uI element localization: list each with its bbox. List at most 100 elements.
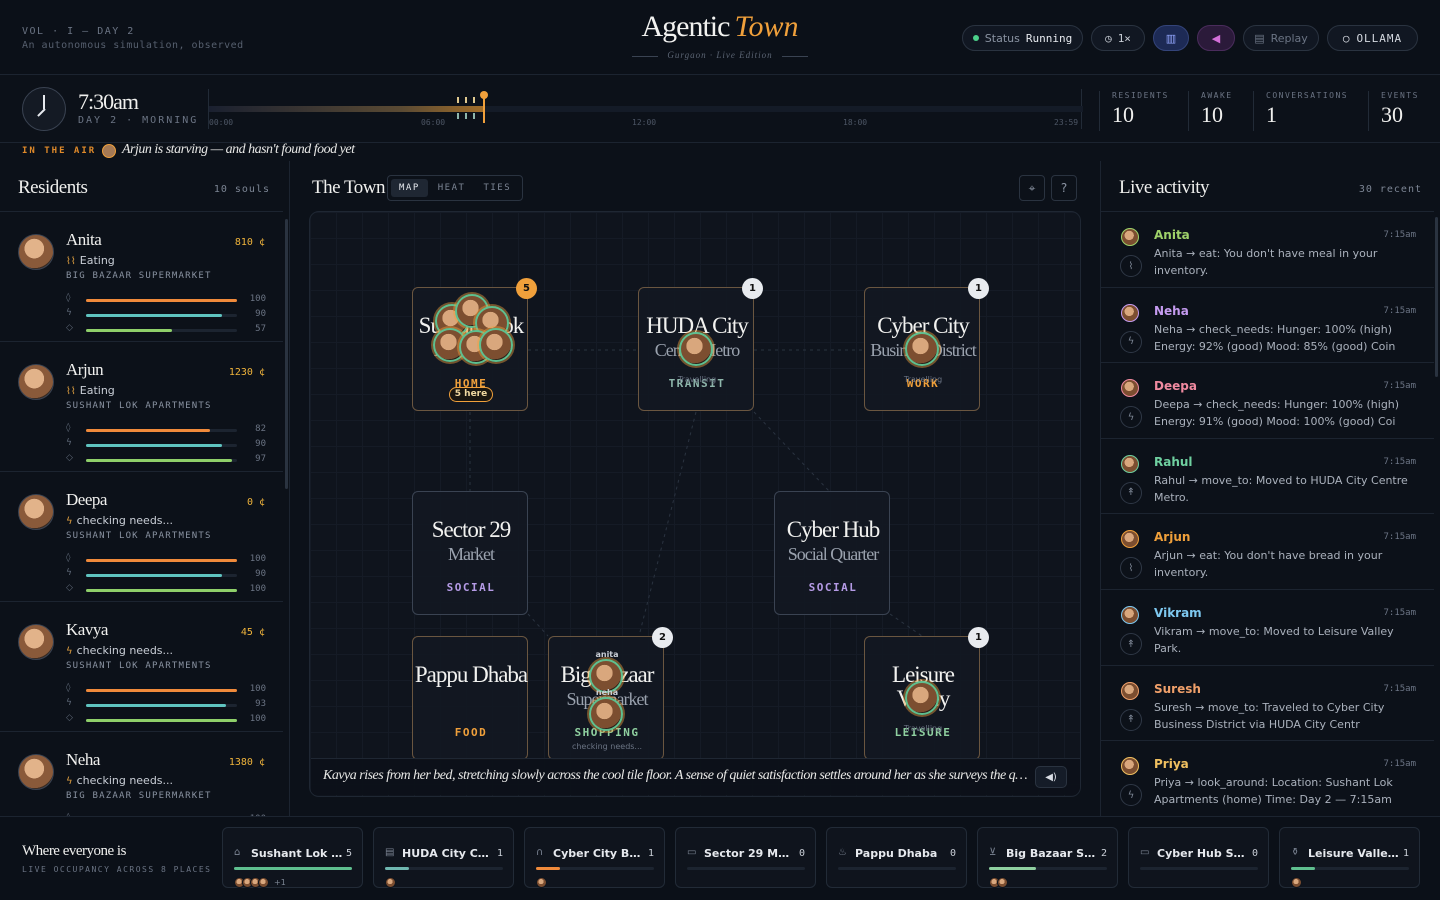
town-map[interactable]: Sushant LokApartmentsHOME55 here HUDA Cit… [309,211,1081,797]
scrubber-fill [209,106,484,112]
narration-text: Kavya rises from her bed, stretching slo… [323,768,1033,783]
resident-card[interactable]: Kavya 45 ¢ ϟ checking needs... SUSHANT LOK A… [0,601,283,731]
need-mood: ◇ 57 [66,323,266,337]
place-card[interactable]: Big BazaarSupermarketSHOPPING2checking n… [548,627,673,760]
resident-pin[interactable] [589,697,623,731]
resident-card[interactable]: Deepa 0 ¢ ϟ checking needs... SUSHANT LOK AP… [0,471,283,601]
stat-residents: RESIDENTS 10 [1099,91,1169,131]
tab-heat[interactable]: HEAT [430,179,474,197]
hunger-icon: ◊ [66,553,71,563]
resident-pin[interactable] [679,332,713,366]
occupancy-card[interactable]: ⌂ Sushant Lok A... 5 +1 [222,827,363,888]
clock-icon [22,87,66,131]
activity-item[interactable]: ↟ Vikram 7:15am Vikram → move_to: Moved to … [1101,589,1434,664]
mood-value: 57 [255,324,266,334]
occupancy-card[interactable]: ♨ Pappu Dhaba 0 [826,827,967,888]
hunger-value: 82 [255,424,266,434]
hunger-icon: ◊ [66,683,71,693]
activity-item[interactable]: ϟ Neha 7:15am Neha → check_needs: Hunger: 1… [1101,286,1434,362]
replay-button[interactable]: ▤ Replay [1243,25,1319,51]
resident-pin[interactable] [479,328,513,362]
place-card[interactable]: HUDA City Centre Metro TRANSIT 1 Travelling [638,278,763,411]
hunger-icon: ◊ [66,293,71,303]
bolt-icon: ϟ [66,646,73,657]
place-type: SOCIAL [446,581,496,594]
scrubber-handle[interactable] [480,91,488,99]
avatar [1291,877,1302,888]
activity-scrollbar[interactable] [1435,217,1438,377]
crosshair-icon: ⌖ [1028,180,1036,195]
tab-map[interactable]: MAP [391,179,428,197]
resident-card[interactable]: Neha 1380 ¢ ϟ checking needs... BIG BAZAAR S… [0,731,283,816]
occupancy-avatars [385,877,396,889]
pin-status-label: Travelling [903,724,943,733]
occupancy-badge: 5 [516,278,537,299]
speak-button[interactable]: ◀) [1035,766,1067,788]
residents-scrollbar[interactable] [285,219,288,489]
action-icon: ↟ [1120,708,1142,731]
place-icon: ♨ [838,847,847,858]
occupancy-badge: 1 [968,278,989,299]
replay-icon: ▤ [1254,31,1265,45]
occupancy-card[interactable]: ▭ Sector 29 Mar... 0 [675,827,816,888]
occupancy-card[interactable]: ∩ Cyber City Bu... 1 [524,827,665,888]
place-card[interactable]: Sector 29 Market SOCIAL [412,491,528,615]
town-title: The Town [312,177,385,198]
occupancy-bar-fill [234,867,352,870]
resident-pin[interactable] [905,681,939,715]
energy-bar-fill [86,574,222,577]
pin-status-label: checking needs... [571,742,643,751]
engine-label: OLLAMA [1356,31,1403,45]
activity-item[interactable]: ↟ Suresh 7:15am Suresh → move_to: Traveled … [1101,664,1434,740]
hunger-value: 100 [249,554,266,564]
occupancy-strip: Where everyone is LIVE OCCUPANCY ACROSS … [0,816,1440,900]
help-button[interactable]: ? [1051,175,1077,201]
place-card[interactable]: Leisure ValleyLEISURE1Travelling [864,627,989,760]
occupancy-badge: 1 [742,278,763,299]
recenter-button[interactable]: ⌖ [1019,175,1045,201]
residents-count: 10 souls [213,184,270,195]
activity-item[interactable]: ϟ Priya 7:15am Priya → look_around: Locatio… [1101,740,1434,815]
bolt-icon: ϟ [66,516,73,527]
status-pill[interactable]: Status Running [962,25,1083,51]
occupancy-place-name: Cyber City Bu... [553,847,645,860]
place-card[interactable]: Cyber City Business District WORK 1 Travelli… [864,278,989,411]
activity-item[interactable]: ⌇ Arjun 7:15am Arjun → eat: You don't have … [1101,513,1434,588]
speed-button[interactable]: ◷ 1× [1091,25,1145,51]
energy-icon: ϟ [66,308,72,318]
occupancy-title: Where everyone is [22,843,126,859]
avatar [1121,681,1139,700]
occupancy-card[interactable]: ⚱ Leisure Valley ...1 [1279,827,1420,888]
place-type: SOCIAL [808,581,858,594]
occupancy-card[interactable]: ▭ Cyber Hub So... 0 [1128,827,1269,888]
stat-value: 1 [1266,102,1277,127]
map-icon: ▥ [1165,31,1177,45]
place-card[interactable]: Sushant LokApartmentsHOME55 here [412,278,537,411]
avatar [1121,228,1139,246]
occupancy-card[interactable]: ⊻ Big Bazaar Su... 2 [977,827,1118,888]
resident-card[interactable]: Anita 810 ¢ ⌇⌇ Eating BIG BAZAAR SUPERMARKET… [0,211,283,341]
tab-ties[interactable]: TIES [475,179,519,197]
place-card[interactable]: Cyber Hub Social Quarter SOCIAL [774,491,890,615]
action-icon: ϟ [1120,330,1142,353]
activity-item[interactable]: ϟ Deepa 7:15am Deepa → check_needs: Hunger:… [1101,362,1434,437]
activity-title: Live activity [1119,177,1210,198]
pin-status-label: Travelling [903,375,943,384]
place-card[interactable]: Pappu Dhaba FOOD [412,636,528,760]
sound-toggle-button[interactable]: ◀ [1197,25,1235,51]
stat-label: EVENTS [1381,91,1419,100]
resident-pin[interactable] [905,332,939,366]
occupancy-card[interactable]: ▤ HUDA City Ce... 1 [373,827,514,888]
activity-item[interactable]: ⌇ Anita 7:15am Anita → eat: You don't have … [1101,211,1434,286]
activity-time: 7:15am [1383,381,1416,392]
avatar [18,624,54,660]
tick-label: 12:00 [632,118,657,127]
resident-card[interactable]: Arjun 1230 ¢ ⌇⌇ Eating SUSHANT LOK APARTMENT… [0,341,283,471]
activity-item[interactable]: ↟ Rahul 7:15am Rahul → move_to: Moved to HU… [1101,437,1434,513]
engine-button[interactable]: ○ OLLAMA [1327,25,1418,51]
occupancy-count: 1 [647,848,654,859]
resident-coins: 1380 ¢ [228,757,265,768]
energy-bar [86,704,237,707]
day-scrubber[interactable]: 00:00 06:00 12:00 18:00 23:59 [208,89,1083,129]
map-toggle-button[interactable]: ▥ [1153,25,1189,51]
